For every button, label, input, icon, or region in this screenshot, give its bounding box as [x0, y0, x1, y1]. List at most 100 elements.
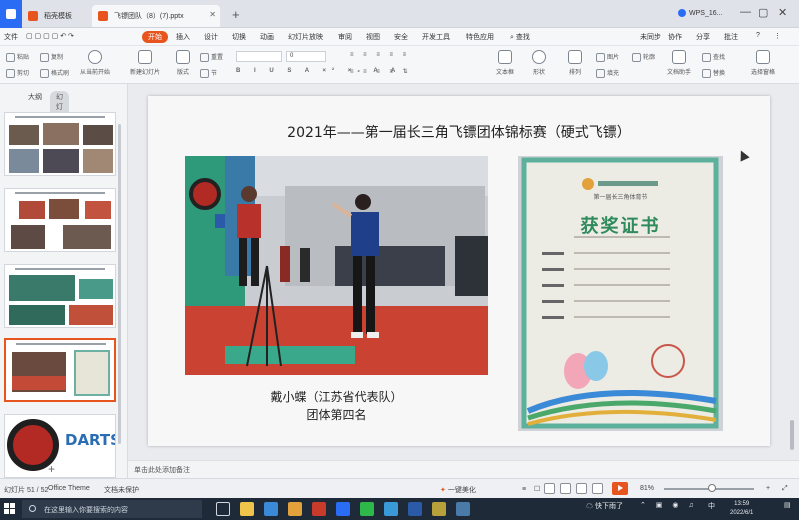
- zoom-slider-knob[interactable]: [708, 484, 716, 492]
- store-icon[interactable]: [336, 502, 350, 516]
- menu-view[interactable]: 视图: [366, 32, 380, 42]
- copy-button[interactable]: 复制: [40, 52, 63, 62]
- caption-rank[interactable]: 团体第四名: [185, 406, 488, 423]
- menu-file[interactable]: 文件: [4, 32, 18, 42]
- notes-bar[interactable]: 单击此处添加备注: [128, 460, 799, 478]
- slide-thumbnail-selected[interactable]: [4, 338, 116, 402]
- outline-button[interactable]: 轮廓: [632, 52, 655, 62]
- slide-title[interactable]: 2021年——第一届长三角飞镖团体锦标赛（硬式飞镖）: [148, 122, 770, 142]
- shape-button[interactable]: 形状: [520, 50, 558, 76]
- current-slide[interactable]: 2021年——第一届长三角飞镖团体锦标赛（硬式飞镖） 第一届长三角体育节 获奖证…: [148, 96, 770, 446]
- menu-features[interactable]: 特色应用: [466, 32, 494, 42]
- file-explorer-icon[interactable]: [240, 502, 254, 516]
- slideshow-play-button[interactable]: [612, 482, 628, 495]
- app-icon[interactable]: [456, 502, 470, 516]
- find-button[interactable]: 查找: [702, 52, 725, 62]
- paragraph-icons[interactable]: ≡ ≡ ≡ ≡ ≡: [350, 52, 410, 58]
- slide-sorter-icon[interactable]: [560, 483, 571, 494]
- normal-view-icon[interactable]: [544, 483, 555, 494]
- fill-button[interactable]: 填充: [596, 68, 619, 78]
- word-icon[interactable]: [408, 502, 422, 516]
- tab-document[interactable]: 飞镖团队（8）(7).pptx ✕: [92, 5, 220, 27]
- play-from-current-button[interactable]: 从当前开始: [76, 50, 114, 76]
- taskbar-clock[interactable]: 13:59 2022/6/1: [730, 500, 753, 518]
- arrange-button[interactable]: 排列: [556, 50, 594, 76]
- files-app-icon[interactable]: [288, 502, 302, 516]
- award-certificate[interactable]: 第一届长三角体育节 获奖证书: [518, 156, 723, 431]
- layout-button[interactable]: 版式: [164, 50, 202, 76]
- notes-placeholder[interactable]: 单击此处添加备注: [134, 465, 190, 475]
- zoom-level[interactable]: 81%: [640, 485, 654, 492]
- menu-design[interactable]: 设计: [204, 32, 218, 42]
- fit-window-icon[interactable]: ⤢: [782, 485, 788, 493]
- menu-devtools[interactable]: 开发工具: [422, 32, 450, 42]
- sync-status[interactable]: 未同步: [640, 32, 661, 42]
- outline-tab[interactable]: 大纲: [28, 94, 42, 101]
- task-view-icon[interactable]: [216, 502, 230, 516]
- format-painter-button[interactable]: 格式刷: [40, 68, 69, 78]
- minimize-icon[interactable]: —: [740, 6, 751, 18]
- player-photo[interactable]: [185, 156, 488, 375]
- picture-button[interactable]: 图片: [596, 52, 619, 62]
- weather-widget[interactable]: ☁ 快下雨了: [586, 501, 623, 511]
- notes-toggle-icon[interactable]: ≡ ☐: [522, 485, 543, 493]
- system-tray-icons[interactable]: ⌃ ▣ ◉ ♫: [640, 501, 698, 509]
- add-slide-button[interactable]: +: [48, 462, 55, 476]
- menu-start[interactable]: 开始: [142, 31, 168, 43]
- new-tab-button[interactable]: +: [232, 7, 240, 22]
- cut-button[interactable]: 剪切: [6, 68, 29, 78]
- thumbnail-scrollbar[interactable]: [118, 124, 121, 444]
- notification-icon[interactable]: ▤: [784, 501, 791, 509]
- caption-name[interactable]: 戴小蝶（江苏省代表队）: [185, 388, 488, 405]
- wps-office-icon[interactable]: [312, 502, 326, 516]
- grid-view-icon[interactable]: [592, 483, 603, 494]
- app-icon[interactable]: [432, 502, 446, 516]
- tab-templates[interactable]: 稻壳模板: [22, 5, 92, 27]
- slide-thumbnail[interactable]: [4, 112, 116, 176]
- edge-browser-icon[interactable]: [264, 502, 278, 516]
- menu-search[interactable]: ⌕ 查找: [510, 32, 530, 42]
- textbox-button[interactable]: 文本框: [486, 50, 524, 76]
- paste-button[interactable]: 粘贴: [6, 52, 29, 62]
- reading-view-icon[interactable]: [576, 483, 587, 494]
- new-slide-button[interactable]: 新建幻灯片: [126, 50, 164, 76]
- menu-transition[interactable]: 切换: [232, 32, 246, 42]
- windows-start-icon[interactable]: [4, 503, 16, 515]
- section-button[interactable]: 节: [200, 68, 217, 78]
- taskbar-search[interactable]: 在这里输入你要搜索的内容: [22, 500, 202, 518]
- close-tab-icon[interactable]: ✕: [209, 10, 216, 19]
- assistant-icon: [672, 50, 686, 64]
- zoom-in-icon[interactable]: +: [766, 485, 770, 492]
- menu-animation[interactable]: 动画: [260, 32, 274, 42]
- close-window-icon[interactable]: ✕: [778, 6, 787, 19]
- text-assistant-button[interactable]: 文档助手: [660, 50, 698, 76]
- input-language[interactable]: 中: [708, 501, 715, 511]
- maximize-icon[interactable]: ▢: [758, 6, 768, 19]
- home-tab[interactable]: [0, 0, 22, 28]
- slide-thumbnail[interactable]: [4, 188, 116, 252]
- font-family-select[interactable]: [236, 51, 282, 62]
- font-size-select[interactable]: 0: [286, 51, 326, 62]
- slide-thumbnail[interactable]: [4, 264, 116, 328]
- menu-insert[interactable]: 插入: [176, 32, 190, 42]
- help-icon[interactable]: ?: [756, 32, 760, 39]
- align-icons[interactable]: ≡ ≡ ≡ ≡ ⇅: [350, 68, 412, 75]
- comment-button[interactable]: 批注: [724, 32, 738, 42]
- select-pane-button[interactable]: 选择窗格: [744, 50, 782, 76]
- collab-button[interactable]: 协作: [668, 32, 682, 42]
- browser-icon[interactable]: [384, 502, 398, 516]
- reset-button[interactable]: 重置: [200, 52, 223, 62]
- account-button[interactable]: WPS_16...: [678, 9, 722, 17]
- canvas-scrollbar[interactable]: [790, 420, 794, 450]
- doc-protect-status[interactable]: 文档未保护: [104, 485, 139, 495]
- menu-slideshow[interactable]: 幻灯片放映: [288, 32, 323, 42]
- menu-review[interactable]: 审阅: [338, 32, 352, 42]
- beautify-button[interactable]: ✦ 一键美化: [440, 485, 476, 495]
- menu-quick-icons[interactable]: ▢ ▢ ▢ ▢ ↶ ↷: [26, 32, 74, 40]
- menu-security[interactable]: 安全: [394, 32, 408, 42]
- share-button[interactable]: 分享: [696, 32, 710, 42]
- more-icon[interactable]: ⋮: [774, 32, 781, 40]
- replace-button[interactable]: 替换: [702, 68, 725, 78]
- wechat-icon[interactable]: [360, 502, 374, 516]
- slide-thumbnail[interactable]: DARTS: [4, 414, 116, 478]
